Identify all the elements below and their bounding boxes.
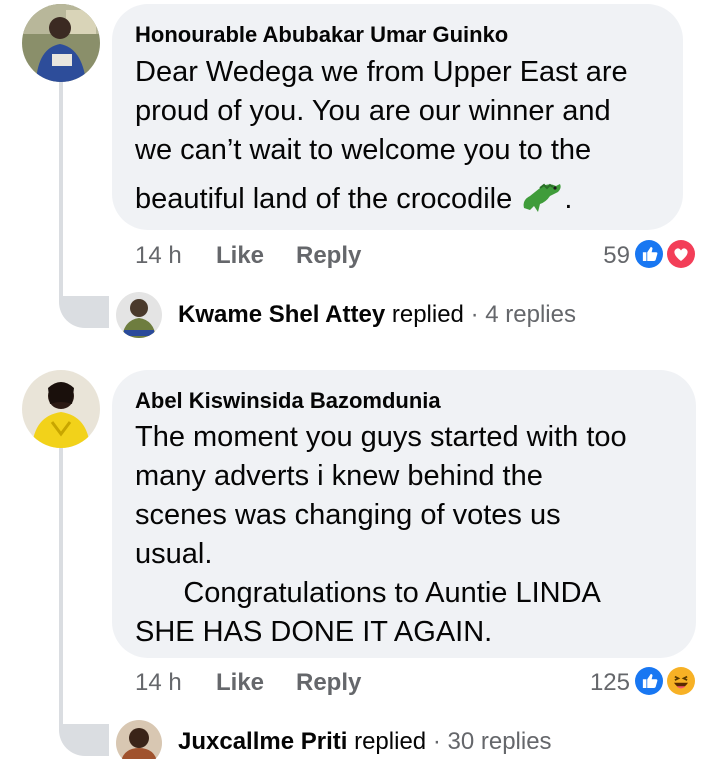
thread-line-curve <box>59 296 109 328</box>
comment-line: scenes was changing of votes us <box>135 499 561 531</box>
reply-count: 4 replies <box>485 301 576 328</box>
comment-line: beautiful land of the crocodile <box>135 183 513 215</box>
like-reaction-icon <box>633 665 665 697</box>
comment-line-last: beautiful land of the crocodile . <box>135 178 628 219</box>
reply-preview[interactable]: Juxcallme Priti replied · 30 replies <box>178 728 552 756</box>
reply-preview[interactable]: Kwame Shel Attey replied · 4 replies <box>178 301 576 329</box>
separator-dot: · <box>470 301 479 328</box>
reply-button[interactable]: Reply <box>296 242 361 270</box>
love-reaction-icon <box>665 238 697 270</box>
comment-line: SHE HAS DONE IT AGAIN. <box>135 616 493 648</box>
separator-dot: · <box>432 728 441 755</box>
like-reaction-icon <box>633 238 665 270</box>
reply-author: Juxcallme Priti <box>178 728 348 755</box>
reply-count: 30 replies <box>447 728 552 755</box>
comment-time[interactable]: 14 h <box>135 669 182 697</box>
comment-line: The moment you guys started with too <box>135 421 627 453</box>
like-button[interactable]: Like <box>216 669 264 697</box>
comment-line: usual. <box>135 538 213 570</box>
replied-label: replied <box>354 728 427 755</box>
avatar[interactable] <box>22 4 100 82</box>
comment-line: we can’t wait to welcome you to the <box>135 134 592 166</box>
comment-author[interactable]: Honourable Abubakar Umar Guinko <box>135 22 508 48</box>
avatar-photo <box>22 370 100 448</box>
reply-author: Kwame Shel Attey <box>178 301 386 328</box>
reply-avatar[interactable] <box>116 292 162 338</box>
reply-button[interactable]: Reply <box>296 669 361 697</box>
replied-label: replied <box>391 301 464 328</box>
reply-avatar-photo <box>116 292 162 338</box>
thread-line <box>59 80 63 302</box>
avatar-photo <box>22 4 100 82</box>
reply-avatar[interactable] <box>116 720 162 759</box>
reaction-count: 125 <box>589 669 630 696</box>
comment-text: The moment you guys started with too man… <box>135 418 627 652</box>
thread-line <box>59 446 63 731</box>
thread-line-curve <box>59 724 109 756</box>
reply-avatar-photo <box>116 720 162 759</box>
comment-punct: . <box>564 183 573 215</box>
like-button[interactable]: Like <box>216 242 264 270</box>
comment-time[interactable]: 14 h <box>135 242 182 270</box>
crocodile-emoji <box>523 183 561 212</box>
reaction-count: 59 <box>603 242 630 269</box>
comment-line: many adverts i knew behind the <box>135 460 543 492</box>
avatar[interactable] <box>22 370 100 448</box>
comment-line: proud of you. You are our winner and <box>135 95 611 127</box>
haha-reaction-icon <box>665 665 697 697</box>
comment-line: Dear Wedega we from Upper East are <box>135 56 628 88</box>
comment-text: Dear Wedega we from Upper East are proud… <box>135 53 628 219</box>
comment-author[interactable]: Abel Kiswinsida Bazomdunia <box>135 388 441 414</box>
comment-line: Congratulations to Auntie LINDA <box>135 577 601 609</box>
